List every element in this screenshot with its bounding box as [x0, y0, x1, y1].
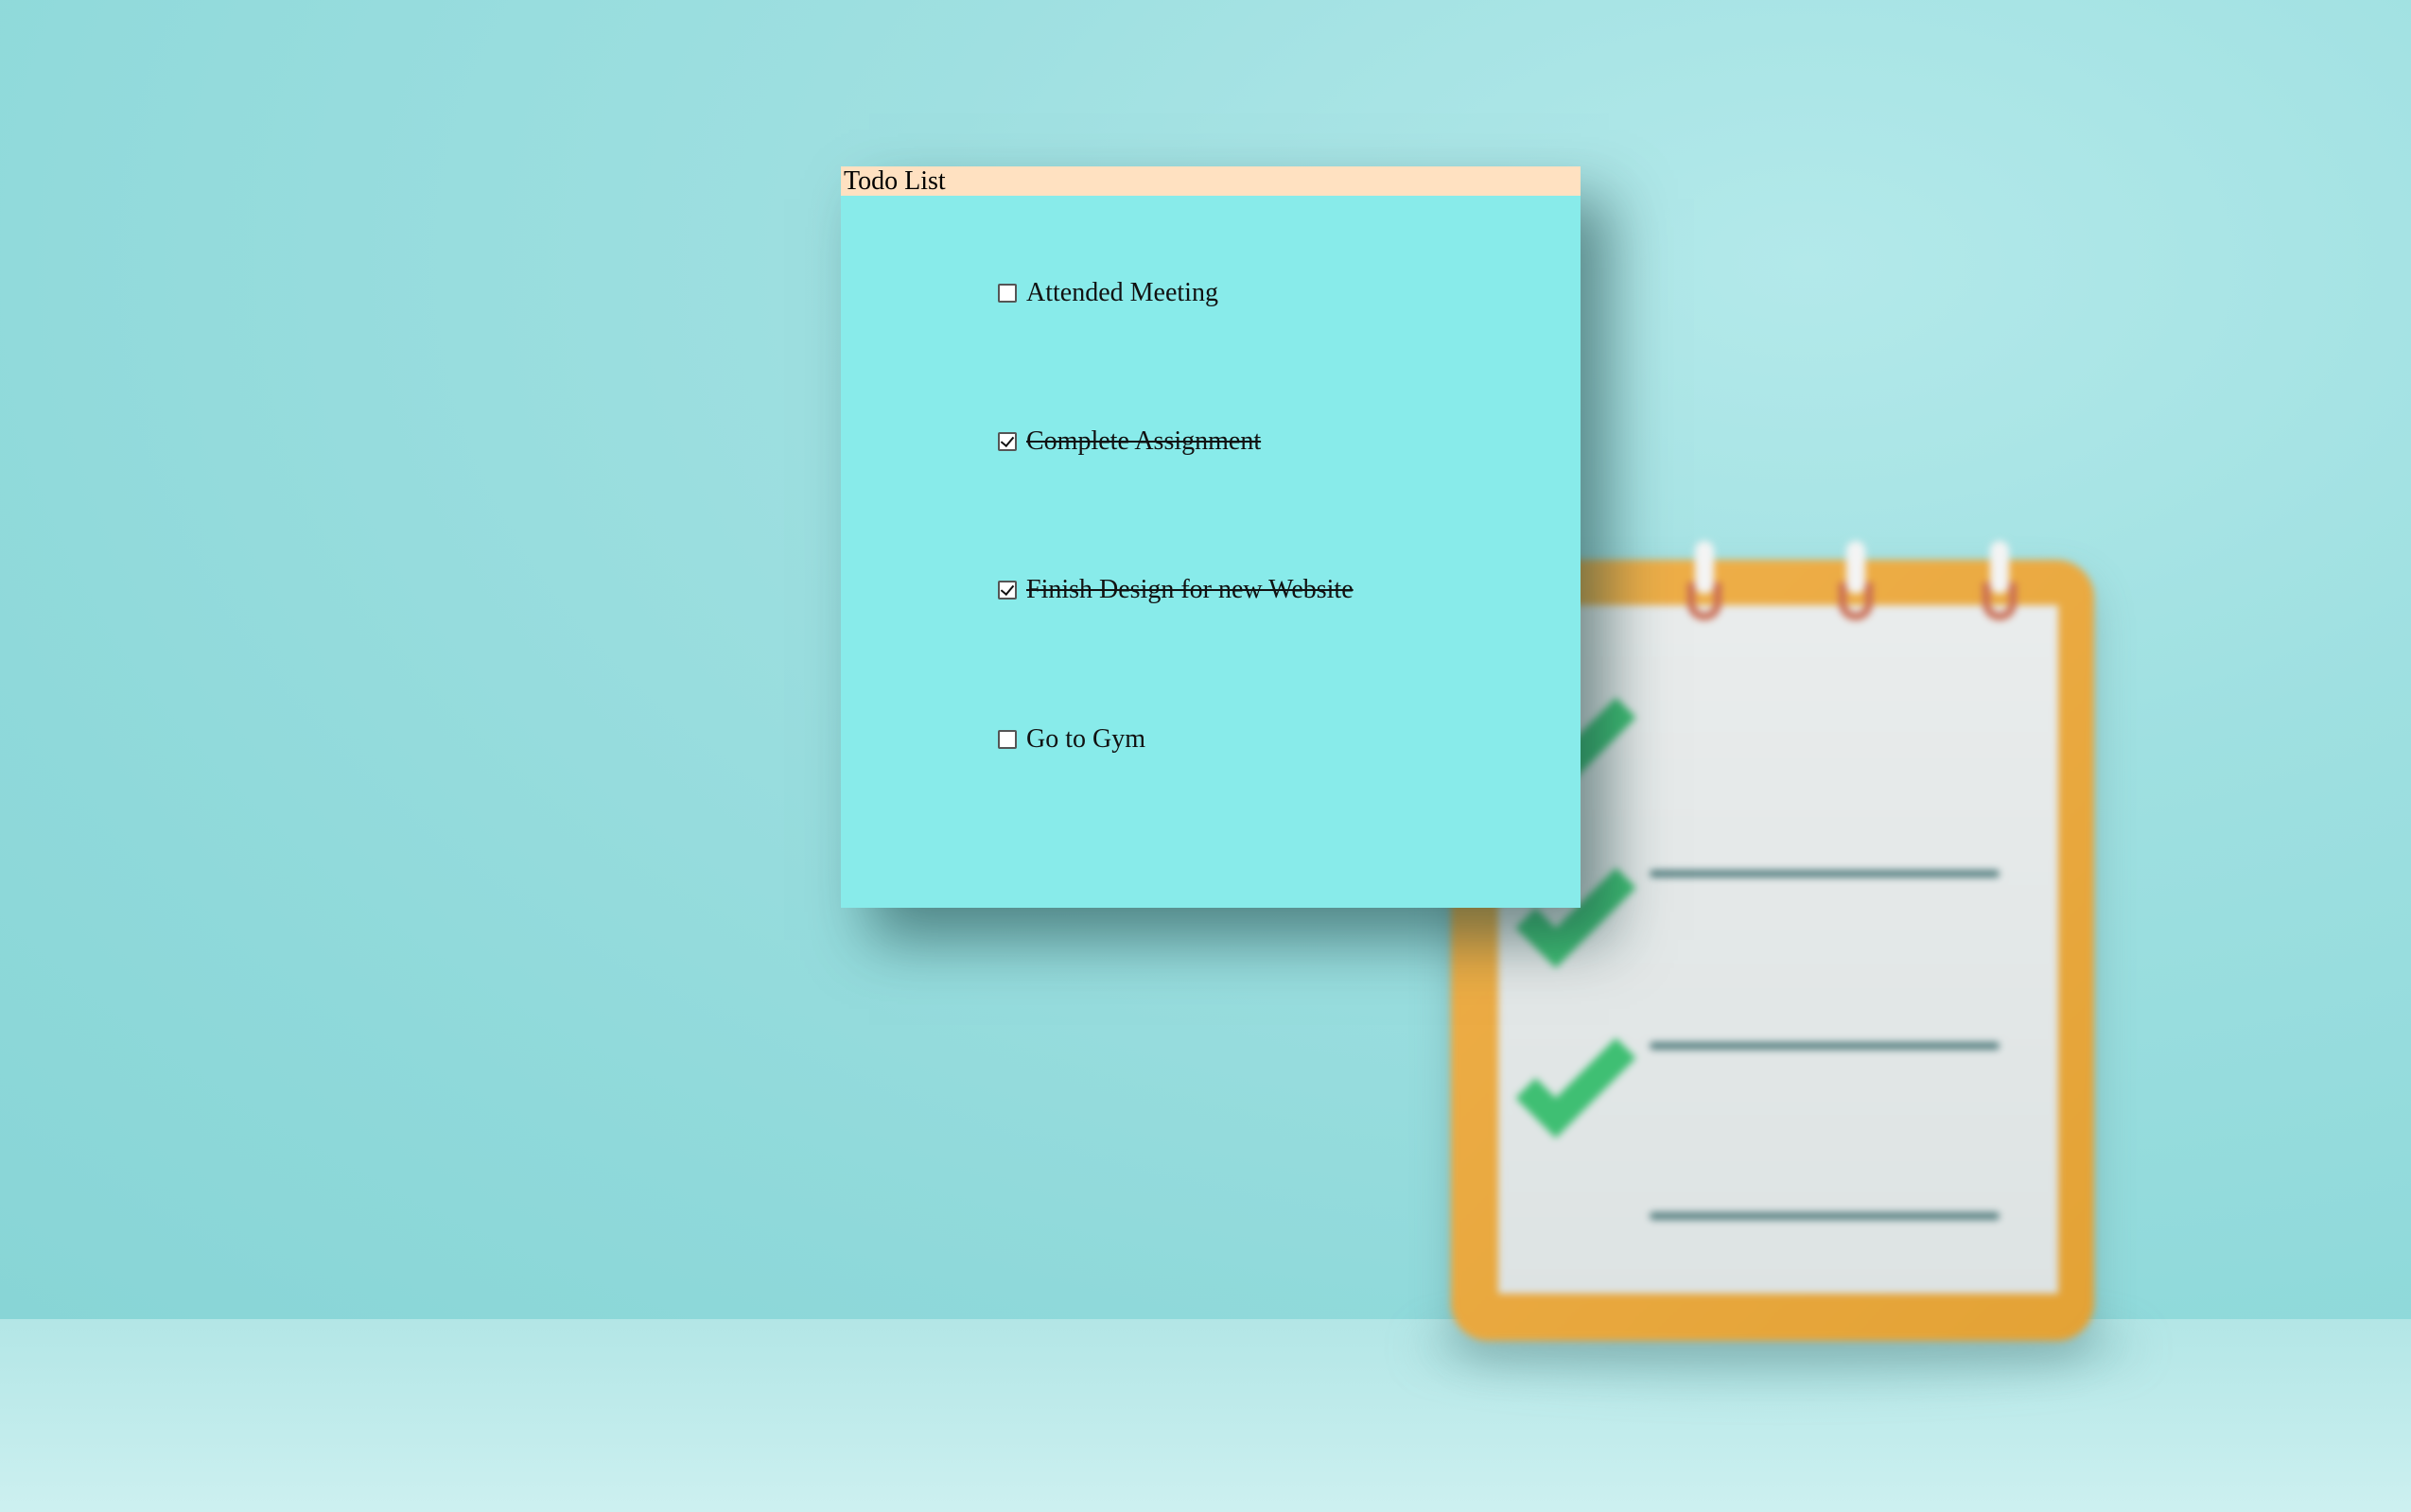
- checklist-line: [1650, 1212, 2000, 1220]
- binder-ring-icon: [1837, 541, 1875, 635]
- todo-checkbox[interactable]: [998, 730, 1017, 749]
- todo-label[interactable]: Go to Gym: [1026, 724, 1145, 755]
- checklist-line: [1650, 870, 2000, 878]
- checkmark-icon: [1515, 1017, 1636, 1138]
- clipboard-paper: [1498, 605, 2058, 1294]
- binder-ring-icon: [1686, 541, 1723, 635]
- todo-checkbox[interactable]: [998, 284, 1017, 303]
- todo-label[interactable]: Complete Assignment: [1026, 426, 1261, 457]
- binder-ring-icon: [1981, 541, 2018, 635]
- todo-window: Todo List Attended Meeting Complete Assi…: [841, 166, 1581, 908]
- todo-checkbox[interactable]: [998, 581, 1017, 600]
- todo-item: Attended Meeting: [996, 274, 1218, 312]
- todo-label[interactable]: Finish Design for new Website: [1026, 575, 1354, 605]
- todo-item: Go to Gym: [996, 721, 1145, 758]
- todo-label[interactable]: Attended Meeting: [1026, 278, 1218, 308]
- todo-title[interactable]: Todo List: [841, 166, 1581, 196]
- checklist-line: [1650, 1042, 2000, 1050]
- todo-checkbox[interactable]: [998, 432, 1017, 451]
- todo-item: Finish Design for new Website: [996, 571, 1354, 609]
- todo-item: Complete Assignment: [996, 423, 1261, 461]
